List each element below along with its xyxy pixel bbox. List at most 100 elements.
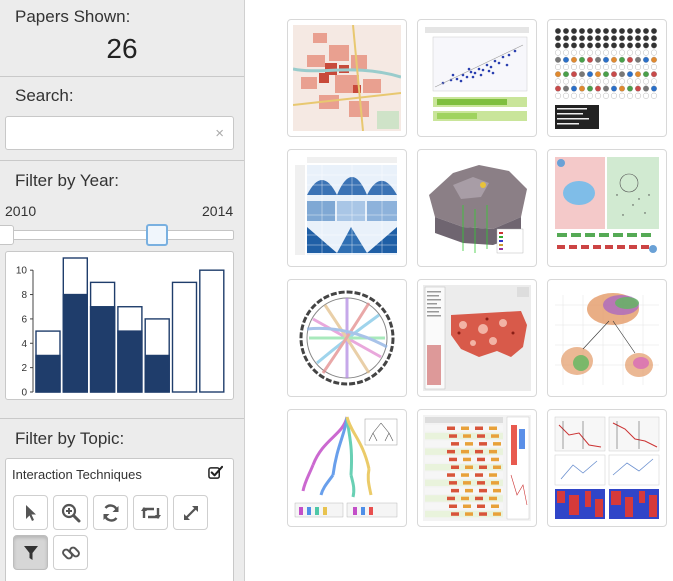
clear-search-icon[interactable]: ×	[215, 125, 224, 142]
timeline-mark	[465, 488, 473, 493]
glyph-cell	[643, 35, 649, 42]
year-range-slider[interactable]	[2, 230, 234, 240]
topic-filter-label: Filter by Topic:	[15, 429, 125, 448]
link-button[interactable]	[53, 535, 88, 570]
glyph-cell	[611, 64, 617, 70]
glyph-cell	[563, 28, 569, 34]
glyph-cell	[635, 56, 641, 63]
glyph-cell	[555, 78, 561, 85]
year-range-start-handle[interactable]	[0, 225, 14, 245]
thumbnail-cluster-scatter[interactable]	[547, 149, 667, 267]
glyph-cell	[635, 85, 641, 92]
year-histogram-chart: 0 2 4 6 8 10	[16, 257, 225, 399]
glyph-cell	[627, 64, 633, 70]
timeline-mark	[477, 434, 485, 438]
glyph-cell	[555, 85, 561, 92]
timeline-mark	[465, 512, 473, 516]
glyph-cell	[555, 42, 561, 49]
glyph-cell	[627, 92, 633, 99]
year-range-max-label: 2014	[202, 203, 234, 219]
thumbnail-heatmap-map[interactable]	[287, 19, 407, 137]
glyph-cell	[579, 35, 585, 42]
glyph-cell	[571, 56, 577, 63]
filter-icon	[23, 545, 38, 560]
glyph-cell	[579, 49, 585, 56]
timeline-mark	[447, 473, 455, 477]
glyph-cell	[643, 78, 649, 85]
glyph-cell	[611, 71, 617, 78]
select-pointer-button[interactable]	[13, 495, 48, 530]
refresh-button[interactable]	[93, 495, 128, 530]
timeline-mark	[461, 426, 469, 430]
timeline-row	[425, 440, 503, 448]
glyph-cell	[571, 78, 577, 85]
thumbnail-tree-diagram[interactable]	[287, 409, 407, 527]
thumbnail-glyph-grid[interactable]	[547, 19, 667, 137]
timeline-mark	[447, 449, 455, 454]
glyph-cell	[627, 49, 633, 56]
chord-diagram-image	[293, 285, 401, 391]
timeline-mark	[475, 473, 483, 477]
year-range-end-handle[interactable]	[146, 224, 168, 246]
timeline-mark	[475, 449, 483, 454]
glyph-cell	[587, 78, 593, 85]
timeline-mark	[491, 481, 499, 485]
timeline-mark	[465, 442, 473, 446]
glyph-cell	[563, 42, 569, 49]
timeline-mark	[479, 512, 487, 516]
thumbnail-terrain-3d[interactable]	[417, 149, 537, 267]
timeline-mark	[489, 473, 497, 477]
thumbnail-us-map[interactable]	[417, 279, 537, 397]
glyph-cell	[555, 71, 561, 78]
projection-blobs-image	[553, 285, 661, 391]
glyph-cell	[571, 85, 577, 92]
glyph-cell	[595, 64, 601, 70]
glyph-cell	[635, 78, 641, 85]
glyph-cell	[571, 71, 577, 78]
glyph-cell	[579, 42, 585, 49]
timeline-mark	[451, 442, 459, 446]
y-axis-tick-label: 8	[21, 290, 27, 301]
timeline-mark	[447, 426, 455, 430]
glyph-cell	[579, 64, 585, 70]
glyph-cell	[611, 49, 617, 56]
glyph-cell	[595, 85, 601, 92]
papers-shown-count: 26	[106, 33, 138, 64]
glyph-cell	[587, 64, 593, 70]
terrain-3d-image	[423, 155, 531, 261]
retweet-button[interactable]	[133, 495, 168, 530]
timeline-mark	[461, 473, 469, 477]
search-input[interactable]: ×	[5, 116, 234, 150]
glyph-cell	[651, 64, 657, 70]
timeline-mark	[493, 488, 501, 493]
us-map-image	[423, 285, 531, 391]
thumbnail-projection-blobs[interactable]	[547, 279, 667, 397]
timeline-mark	[451, 512, 459, 516]
filter-button[interactable]	[13, 535, 48, 570]
glyph-cell	[603, 78, 609, 85]
timeline-mark	[465, 465, 473, 469]
glyph-cell	[595, 71, 601, 78]
select-pointer-icon	[25, 504, 36, 521]
thumbnail-small-multiples[interactable]	[547, 409, 667, 527]
checked-checkbox-icon[interactable]	[208, 465, 223, 480]
thumbnail-partition-matrix[interactable]	[287, 149, 407, 267]
glyph-cell	[627, 56, 633, 63]
y-axis-tick-label: 2	[21, 363, 27, 374]
histogram-bar-selected	[62, 293, 88, 393]
glyph-cell	[635, 64, 641, 70]
glyph-cell	[555, 35, 561, 42]
glyph-cell	[611, 85, 617, 92]
zoom-in-button[interactable]	[53, 495, 88, 530]
topic-group: Interaction Techniques	[5, 458, 234, 581]
retweet-icon	[140, 506, 161, 519]
glyph-cell	[651, 28, 657, 34]
thumbnail-scatter-prediction[interactable]	[417, 19, 537, 137]
timeline-mark	[489, 449, 497, 454]
thumbnail-chord-diagram[interactable]	[287, 279, 407, 397]
glyph-cell	[643, 85, 649, 92]
timeline-mark	[461, 449, 469, 454]
thumbnail-timeline-table[interactable]	[417, 409, 537, 527]
expand-button[interactable]	[173, 495, 208, 530]
glyph-cell	[595, 35, 601, 42]
